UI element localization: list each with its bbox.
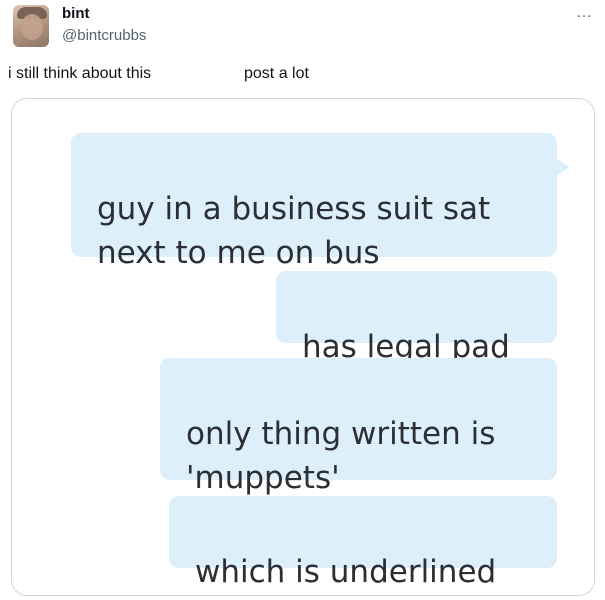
avatar[interactable] — [13, 5, 49, 47]
avatar-face — [21, 14, 43, 40]
text-gap — [186, 62, 240, 98]
post-text-part-1: i still think about this — [8, 65, 152, 82]
message-text: only thing written is 'muppets' — [186, 416, 496, 496]
message-text: guy in a business suit sat next to me on… — [97, 191, 491, 271]
message-bubble: only thing written is 'muppets' — [160, 358, 557, 496]
user-handle[interactable]: @bintcrubbs — [62, 27, 146, 44]
message-bubble: has legal pad — [276, 271, 557, 365]
message-bubble: which is underlined — [169, 496, 557, 590]
display-name[interactable]: bint — [62, 5, 90, 22]
message-bubble: guy in a business suit sat next to me on… — [71, 133, 569, 271]
bubble-tail — [555, 157, 569, 177]
message-text: which is underlined — [195, 554, 497, 590]
attached-image[interactable]: guy in a business suit sat next to me on… — [11, 98, 595, 596]
post-text-part-2: post a lot — [244, 65, 309, 82]
more-options-icon[interactable]: … — [576, 4, 593, 22]
